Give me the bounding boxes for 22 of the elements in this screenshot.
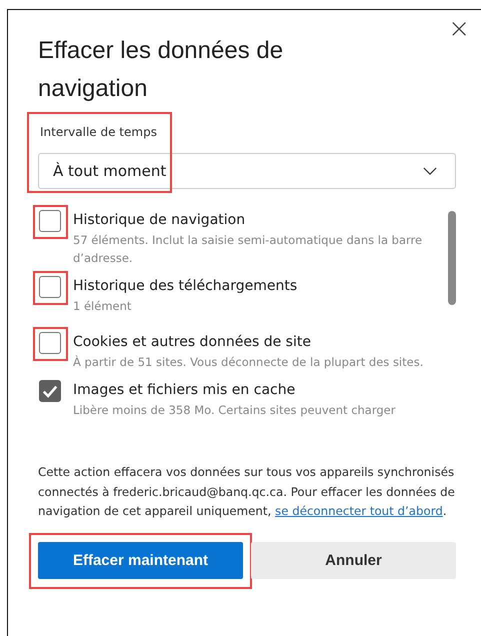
checkbox[interactable] <box>39 276 61 298</box>
option-title: Historique des téléchargements <box>73 277 298 296</box>
option-description: À partir de 51 sites. Vous déconnecte de la plupart des sites. <box>73 354 424 371</box>
scrollbar-thumb[interactable] <box>448 211 456 305</box>
checkbox[interactable] <box>39 210 61 232</box>
option-title: Historique de navigation <box>73 211 246 230</box>
time-range-dropdown[interactable]: À tout moment <box>38 153 456 189</box>
sign-out-link[interactable]: se déconnecter tout d’abord <box>275 504 443 518</box>
checkbox[interactable] <box>39 380 61 402</box>
field-label: Intervalle de temps <box>39 125 158 139</box>
checkbox[interactable] <box>39 332 61 354</box>
option-description: 57 éléments. Inclut la saisie semi-automatique dans la barre d’adresse. <box>73 232 424 267</box>
option-description: Libère moins de 358 Mo. Certains sites peuvent charger <box>73 402 396 419</box>
option-title: Images et fichiers mis en cache <box>73 381 296 400</box>
option-title: Cookies et autres données de site <box>73 333 312 352</box>
notice-text: Cette action effacera vos données sur tous vos appareils synchronisés connectés à frederic.bricaud@banq.qc.ca. Pour effacer les données de navigation de cet appareil uniquement, se déconnecter tout d’abord. <box>38 464 456 520</box>
close-button[interactable]: × <box>448 16 470 42</box>
clear-now-button[interactable]: Effacer maintenant <box>38 542 243 578</box>
dialog-title: Effacer les données de navigation <box>38 36 284 104</box>
option-description: 1 élément <box>73 298 132 315</box>
cancel-button[interactable]: Annuler <box>251 542 456 578</box>
chevron-down-icon <box>423 166 437 176</box>
